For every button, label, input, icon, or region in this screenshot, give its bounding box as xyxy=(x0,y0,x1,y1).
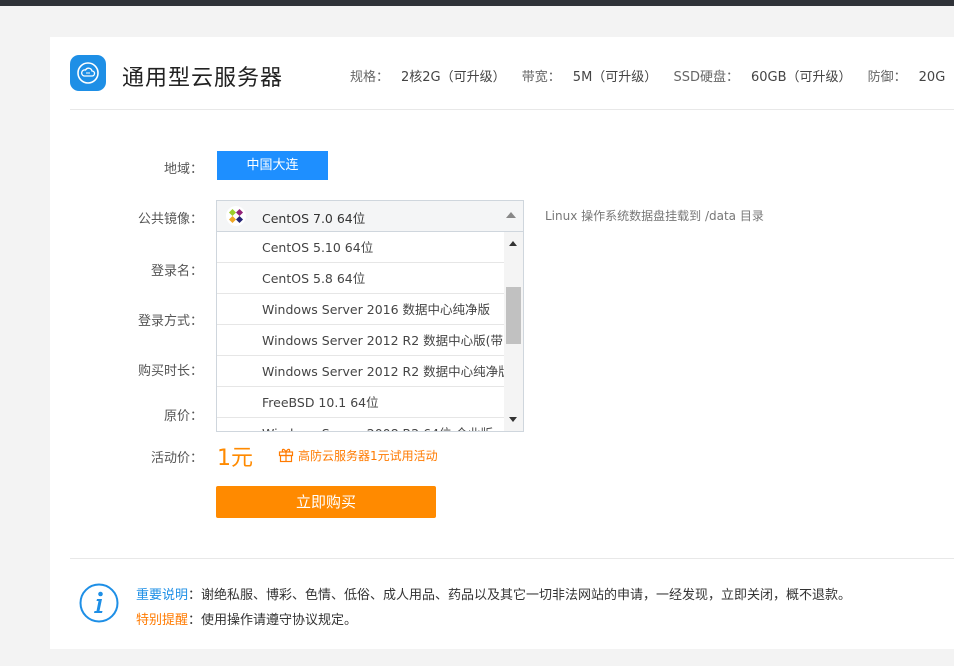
login-method-label: 登录方式： xyxy=(137,314,203,329)
list-item[interactable]: FreeBSD 10.1 64位 xyxy=(217,387,504,418)
login-name-label: 登录名： xyxy=(150,264,203,279)
list-item[interactable]: Windows Server 2012 R2 数据中心纯净版 xyxy=(217,356,504,387)
duration-label: 购买时长： xyxy=(137,364,203,379)
important-text: ：谢绝私服、博彩、色情、低俗、成人用品、药品以及其它一切非法网站的申请，一经发现… xyxy=(188,588,852,603)
region-option-dalian[interactable]: 中国大连 xyxy=(217,151,328,180)
dropdown-scrollbar[interactable] xyxy=(504,232,523,431)
list-item[interactable]: Windows Server 2012 R2 数据中心版(带IIS xyxy=(217,325,504,356)
list-item[interactable]: Windows Server 2008 R2 64位 企业版 xyxy=(217,418,504,431)
spec-value: 2核2G（可升级） xyxy=(401,70,506,85)
info-icon xyxy=(79,583,119,623)
spec-item-cpu: 规格： 2核2G（可升级） xyxy=(350,70,506,85)
spec-value: 5M（可升级） xyxy=(572,70,658,85)
page-title: 通用型云服务器 xyxy=(122,66,284,91)
list-item[interactable]: CentOS 5.10 64位 xyxy=(217,232,504,263)
scroll-thumb[interactable] xyxy=(506,287,521,344)
spec-item-disk: SSD硬盘： 60GB（可升级） xyxy=(673,70,851,85)
spec-item-bandwidth: 带宽： 5M（可升级） xyxy=(522,70,658,85)
list-item[interactable]: CentOS 5.8 64位 xyxy=(217,263,504,294)
image-dropdown-list[interactable]: CentOS 5.10 64位 CentOS 5.8 64位 Windows S… xyxy=(216,231,524,432)
chevron-up-icon xyxy=(506,212,516,218)
image-selected-value: CentOS 7.0 64位 xyxy=(262,211,366,226)
special-notice: 特别提醒：使用操作请遵守协议规定。 xyxy=(136,609,357,628)
spec-label: 规格： xyxy=(350,70,390,85)
spec-value: 60GB（可升级） xyxy=(750,70,852,85)
promo-link[interactable]: 高防云服务器1元试用活动 xyxy=(278,447,438,464)
image-label: 公共镜像： xyxy=(137,212,203,227)
cloud-server-icon xyxy=(70,55,106,91)
list-item[interactable]: Windows Server 2016 数据中心纯净版 xyxy=(217,294,504,325)
notice-divider xyxy=(70,558,954,559)
spec-list: 规格： 2核2G（可升级） 带宽： 5M（可升级） SSD硬盘： 60GB（可升级） … xyxy=(350,66,954,85)
spec-label: 带宽： xyxy=(521,70,561,85)
region-label: 地域： xyxy=(163,162,203,177)
buy-now-button[interactable]: 立即购买 xyxy=(216,486,436,518)
spec-value: 20G xyxy=(918,70,946,85)
scroll-up-icon[interactable] xyxy=(509,241,517,246)
special-text: ：使用操作请遵守协议规定。 xyxy=(188,613,358,628)
header-divider xyxy=(70,109,954,110)
image-select[interactable]: CentOS 7.0 64位 xyxy=(216,200,524,232)
special-label: 特别提醒 xyxy=(136,613,189,628)
spec-label: 防御： xyxy=(867,70,907,85)
promo-price-label: 活动价： xyxy=(150,451,203,466)
promo-price: 1元 xyxy=(217,446,253,471)
scroll-down-icon[interactable] xyxy=(509,417,517,422)
important-label: 重要说明 xyxy=(136,588,189,603)
promo-text: 高防云服务器1元试用活动 xyxy=(298,449,438,463)
important-notice: 重要说明：谢绝私服、博彩、色情、低俗、成人用品、药品以及其它一切非法网站的申请，… xyxy=(136,584,851,603)
top-bar xyxy=(0,0,954,6)
centos-logo-icon xyxy=(226,206,246,226)
spec-label: SSD硬盘： xyxy=(673,70,739,85)
spec-item-defense: 防御： 20G xyxy=(868,70,946,85)
image-hint: Linux 操作系统数据盘挂载到 /data 目录 xyxy=(545,209,764,223)
original-price-label: 原价： xyxy=(163,409,203,424)
gift-icon xyxy=(278,448,294,463)
